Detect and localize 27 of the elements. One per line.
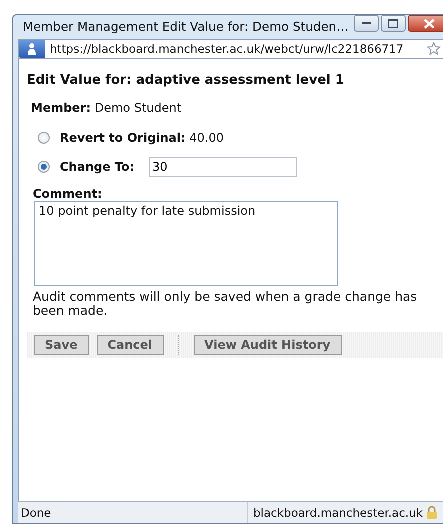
radio-button[interactable] xyxy=(38,160,50,172)
minimize-icon xyxy=(362,22,371,25)
minimize-button[interactable] xyxy=(354,15,379,32)
close-icon xyxy=(424,18,436,28)
comment-field[interactable]: 10 point penalty for late submission xyxy=(34,201,338,286)
address-bar[interactable]: https://blackboard.manchester.ac.uk/webct/urw/lc221866717 xyxy=(18,39,443,59)
star-icon[interactable] xyxy=(427,42,441,56)
status-text: Done xyxy=(20,506,52,520)
form-heading: Edit Value for: adaptive assessment level 1 xyxy=(27,73,346,88)
close-button[interactable] xyxy=(408,15,443,32)
grade-input[interactable]: 30 xyxy=(148,156,297,176)
audit-history-button[interactable]: View Audit History xyxy=(194,335,342,355)
audit-note: Audit comments will only be saved when a grade change has been made. xyxy=(33,290,418,318)
site-identity-icon[interactable] xyxy=(19,40,45,58)
save-button[interactable]: Save xyxy=(34,335,89,355)
cancel-button[interactable]: Cancel xyxy=(96,335,164,355)
url-text: https://blackboard.manchester.ac.uk/webct/urw/lc221866717 xyxy=(49,42,405,56)
domain-text: blackboard.manchester.ac.uk xyxy=(254,506,423,520)
maximize-button[interactable] xyxy=(380,15,406,32)
radio-button[interactable] xyxy=(38,132,50,144)
maximize-icon xyxy=(388,19,398,28)
window-title: Member Management Edit Value for: Demo Studen… xyxy=(23,20,349,34)
option-label: Revert to Original: 40.00 xyxy=(60,130,224,144)
member-text: Member: Demo Student xyxy=(31,101,183,115)
option-label: Change To: xyxy=(60,160,135,174)
padlock-icon xyxy=(427,506,437,519)
comment-label: Comment: xyxy=(33,187,104,201)
